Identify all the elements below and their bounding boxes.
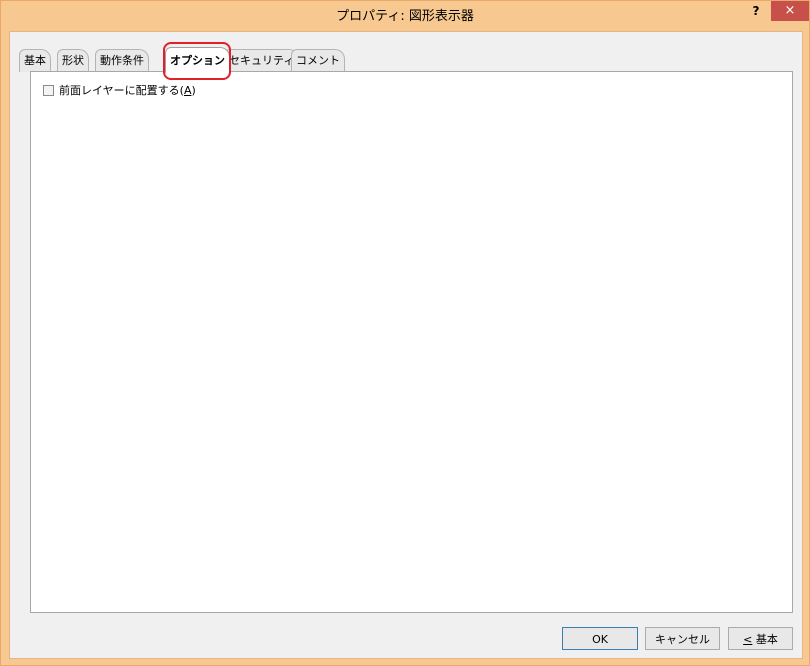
- front-layer-label: 前面レイヤーに配置する(: [59, 84, 184, 97]
- dialog-body: 基本 形状 動作条件 オプション セキュリティ コメント 前面レイヤーに配置する…: [9, 31, 803, 659]
- window-title: プロパティ: 図形表示器: [336, 9, 474, 24]
- close-button[interactable]: ×: [771, 1, 809, 21]
- title-bar[interactable]: プロパティ: 図形表示器 ? ×: [1, 1, 809, 31]
- cancel-button[interactable]: キャンセル: [645, 627, 720, 650]
- tab-basic[interactable]: 基本: [19, 49, 51, 72]
- ok-button[interactable]: OK: [562, 627, 638, 650]
- tab-shape[interactable]: 形状: [57, 49, 89, 72]
- front-layer-checkbox[interactable]: [43, 85, 54, 96]
- basic-accelerator: <: [743, 633, 753, 646]
- basic-button-label: 基本: [752, 633, 778, 646]
- tab-security[interactable]: セキュリティ: [224, 49, 300, 72]
- tab-strip: 基本 形状 動作条件 オプション セキュリティ コメント: [10, 32, 802, 80]
- front-layer-option[interactable]: 前面レイヤーに配置する(A): [43, 84, 196, 98]
- front-layer-accelerator: A: [183, 84, 192, 97]
- tab-operation-conditions[interactable]: 動作条件: [95, 49, 149, 72]
- properties-dialog: プロパティ: 図形表示器 ? × 基本 形状 動作条件 オプション セキュリティ…: [0, 0, 810, 666]
- help-button[interactable]: ?: [743, 1, 769, 21]
- front-layer-label-suffix: ): [191, 84, 196, 97]
- options-tab-panel: 前面レイヤーに配置する(A): [30, 71, 793, 613]
- tab-comment[interactable]: コメント: [291, 49, 345, 72]
- basic-button[interactable]: < 基本: [728, 627, 793, 650]
- tab-highlight-annotation: [163, 42, 231, 80]
